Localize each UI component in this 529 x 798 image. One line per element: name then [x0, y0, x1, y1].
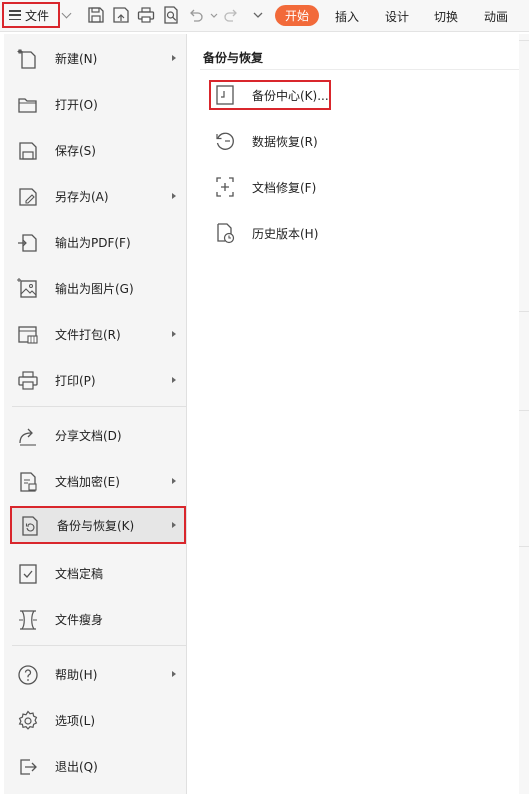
- submenu-divider: [200, 69, 519, 70]
- submenu-item-label: 备份中心(K)...: [252, 88, 329, 103]
- menu-item-new[interactable]: 新建(N): [4, 39, 186, 77]
- slim-icon: [17, 609, 39, 631]
- tab-insert[interactable]: 插入: [335, 8, 359, 25]
- menu-item-finalize[interactable]: 文档定稿: [4, 554, 186, 592]
- submenu-item-history-version[interactable]: 历史版本(H): [212, 218, 412, 248]
- menu-item-label: 另存为(A): [55, 189, 109, 204]
- menu-item-slim[interactable]: 文件瘦身: [4, 600, 186, 638]
- submenu-arrow-icon: [172, 522, 176, 528]
- backup-icon: [19, 515, 41, 537]
- gear-icon: [17, 710, 39, 732]
- menu-item-share[interactable]: 分享文档(D): [4, 416, 186, 454]
- tab-transition[interactable]: 切换: [434, 8, 458, 25]
- history-icon: [214, 222, 236, 244]
- redo-icon[interactable]: [221, 5, 241, 25]
- backup-center-icon: [214, 84, 236, 106]
- help-icon: [17, 664, 39, 686]
- menu-item-export-pdf[interactable]: 输出为PDF(F): [4, 223, 186, 261]
- submenu-arrow-icon: [172, 55, 176, 61]
- menu-item-encrypt[interactable]: 文档加密(E): [4, 462, 186, 500]
- more-dropdown-icon[interactable]: [248, 5, 263, 25]
- submenu-arrow-icon: [172, 331, 176, 337]
- tab-design[interactable]: 设计: [385, 8, 409, 25]
- submenu-arrow-icon: [172, 671, 176, 677]
- menu-item-label: 文档定稿: [55, 566, 104, 581]
- submenu-arrow-icon: [172, 193, 176, 199]
- submenu-item-label: 历史版本(H): [252, 226, 319, 241]
- menu-item-exit[interactable]: 退出(Q): [4, 747, 186, 785]
- folder-icon: [17, 94, 39, 116]
- menu-item-open[interactable]: 打开(O): [4, 85, 186, 123]
- menu-item-label: 备份与恢复(K): [57, 518, 135, 533]
- menu-item-label: 新建(N): [55, 51, 98, 66]
- submenu-item-data-recovery[interactable]: 数据恢复(R): [212, 126, 412, 156]
- lock-doc-icon: [17, 471, 39, 493]
- tab-animation[interactable]: 动画: [484, 8, 508, 25]
- menu-item-export-image[interactable]: 输出为图片(G): [4, 269, 186, 307]
- file-menu-button[interactable]: 文件: [2, 2, 60, 28]
- save-icon[interactable]: [86, 5, 106, 25]
- menu-item-help[interactable]: 帮助(H): [4, 655, 186, 693]
- backup-restore-submenu: 备份与恢复 备份中心(K)... 数据恢复(R) 文档修复(F) 历史版本(H): [190, 34, 519, 794]
- submenu-title: 备份与恢复: [203, 51, 264, 65]
- image-export-icon: [17, 278, 39, 300]
- menu-item-label: 输出为图片(G): [55, 281, 134, 296]
- menu-item-save[interactable]: 保存(S): [4, 131, 186, 169]
- menu-item-label: 文件瘦身: [55, 612, 104, 627]
- submenu-item-doc-repair[interactable]: 文档修复(F): [212, 172, 412, 202]
- exit-icon: [17, 756, 39, 778]
- undo-dropdown-icon[interactable]: [204, 5, 218, 25]
- package-icon: [17, 324, 39, 346]
- recover-icon: [214, 130, 236, 152]
- share-icon: [17, 425, 39, 447]
- menu-divider: [12, 406, 186, 407]
- print-icon: [17, 370, 39, 392]
- menu-item-label: 退出(Q): [55, 759, 98, 774]
- menu-item-label: 打开(O): [55, 97, 98, 112]
- document-edge: [519, 34, 529, 794]
- save-as-icon: [17, 186, 39, 208]
- submenu-arrow-icon: [172, 377, 176, 383]
- file-menu: 新建(N) 打开(O) 保存(S) 另存为(A) 输出为PDF(F) 输出为图片…: [4, 34, 187, 794]
- save-as-icon[interactable]: [111, 5, 131, 25]
- menu-item-label: 保存(S): [55, 143, 96, 158]
- menu-divider: [12, 645, 186, 646]
- submenu-item-label: 文档修复(F): [252, 180, 317, 195]
- file-menu-label: 文件: [25, 8, 50, 23]
- submenu-arrow-icon: [172, 478, 176, 484]
- menu-item-label: 选项(L): [55, 713, 96, 728]
- new-icon: [17, 48, 39, 70]
- menu-item-print[interactable]: 打印(P): [4, 361, 186, 399]
- repair-icon: [214, 176, 236, 198]
- menu-item-options[interactable]: 选项(L): [4, 701, 186, 739]
- toolbar: 文件 开始 插入 设计 切换 动画: [0, 0, 529, 32]
- print-preview-icon[interactable]: [161, 5, 181, 25]
- save-icon: [17, 140, 39, 162]
- menu-item-save-as[interactable]: 另存为(A): [4, 177, 186, 215]
- chevron-down-icon[interactable]: [61, 8, 72, 19]
- menu-item-label: 分享文档(D): [55, 428, 122, 443]
- submenu-item-label: 数据恢复(R): [252, 134, 318, 149]
- submenu-item-backup-center[interactable]: 备份中心(K)...: [209, 80, 331, 110]
- menu-item-label: 文档加密(E): [55, 474, 120, 489]
- print-icon[interactable]: [136, 5, 156, 25]
- menu-item-backup-restore[interactable]: 备份与恢复(K): [10, 506, 186, 544]
- menu-item-label: 打印(P): [55, 373, 96, 388]
- menu-item-package[interactable]: 文件打包(R): [4, 315, 186, 353]
- undo-icon[interactable]: [186, 5, 206, 25]
- menu-item-label: 文件打包(R): [55, 327, 121, 342]
- menu-item-label: 帮助(H): [55, 667, 98, 682]
- finalize-icon: [17, 563, 39, 585]
- tab-home[interactable]: 开始: [275, 5, 319, 26]
- pdf-export-icon: [17, 232, 39, 254]
- hamburger-icon: [9, 10, 21, 20]
- menu-item-label: 输出为PDF(F): [55, 235, 131, 250]
